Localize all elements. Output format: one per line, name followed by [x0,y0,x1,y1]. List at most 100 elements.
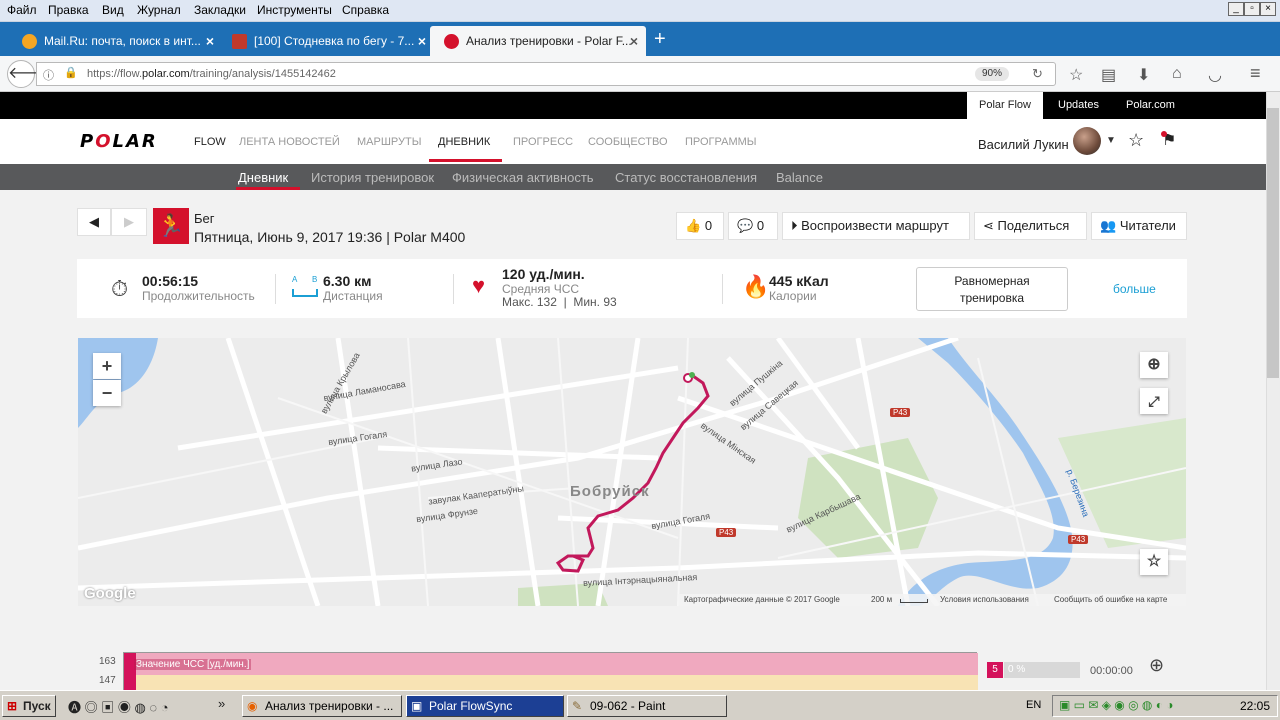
zone-percent: 0 % [1008,664,1026,675]
top-link-polar-com[interactable]: Polar.com [1114,92,1187,119]
nav-progress[interactable]: ПРОГРЕСС [513,136,573,148]
subnav-balance[interactable]: Balance [776,170,823,185]
nav-feed[interactable]: ЛЕНТА НОВОСТЕЙ [239,136,340,148]
report-error-link[interactable]: Сообщить об ошибке на карте [1054,595,1167,604]
fullscreen-icon[interactable]: ⤢ [1140,388,1168,414]
divider [453,274,454,304]
training-benefit-button[interactable]: Равномерная тренировка [916,267,1068,311]
menu-view[interactable]: Вид [102,3,124,17]
bookmark-star-icon[interactable]: ☆ [1069,65,1083,85]
tray-icons[interactable]: ▣ ▭ ✉ ◈ ◉ ◎ ◍ ◐ ◑ [1059,698,1174,712]
distance-ruler-icon [292,289,318,297]
nav-routes[interactable]: МАРШРУТЫ [357,136,421,148]
chevron-down-icon[interactable]: ▼ [1106,135,1116,146]
prev-training-button[interactable]: ◀ [77,208,111,236]
zone-bar: 0 % [1004,662,1080,678]
map-canvas [78,338,1186,606]
hr-zone4-band [124,675,978,691]
pocket-icon[interactable]: ◡ [1208,65,1222,85]
nav-diary[interactable]: ДНЕВНИК [438,136,490,148]
tab-title: [100] Стодневка по бегу - 7... [254,34,415,48]
hr-label: Средняя ЧСС [502,282,580,296]
url-bar[interactable]: ⓘ 🔒 https://flow.polar.com/training/anal… [36,62,1056,86]
like-button[interactable]: 👍 0 [676,212,724,240]
task-paint[interactable]: ✎ 09-062 - Paint [567,695,727,717]
route-end-marker [689,372,695,378]
heart-icon: ♥ [472,273,486,298]
hr-chart[interactable]: Значение ЧСС [уд./мин.] [123,652,978,691]
distance-b: B [312,275,318,284]
running-sport-icon: 🏃 [153,208,189,244]
info-icon[interactable]: ⓘ [43,67,54,83]
menu-file[interactable]: Файл [7,3,37,17]
more-link[interactable]: больше [1113,282,1156,296]
close-window-button[interactable]: × [1260,2,1276,16]
home-icon[interactable]: ⌂ [1172,65,1182,83]
reload-icon[interactable]: ↻ [1032,66,1043,82]
chevron-right-icon[interactable]: » [218,696,225,711]
clipboard-icon[interactable]: ▤ [1101,65,1116,85]
hamburger-menu-icon[interactable]: ≡ [1250,63,1261,84]
top-link-updates[interactable]: Updates [1046,92,1111,119]
zoom-in-button[interactable]: + [93,353,121,379]
readers-button[interactable]: 👥 Читатели [1091,212,1187,240]
road-badge: P43 [1068,535,1089,544]
quicklaunch-icons[interactable]: 🅐 ◎ ▣ ◉ ◍ ◌ ◔ [68,697,169,716]
minimize-button[interactable]: _ [1228,2,1244,16]
task-label: 09-062 - Paint [590,699,666,713]
lock-icon: 🔒 [64,67,78,79]
task-flowsync[interactable]: ▣ Polar FlowSync [406,695,564,717]
nav-programs[interactable]: ПРОГРАММЫ [685,136,757,148]
subnav-diary[interactable]: Дневник [238,170,288,185]
menu-edit[interactable]: Правка [48,3,89,17]
download-icon[interactable]: ⬇ [1137,65,1150,85]
close-icon[interactable]: × [630,33,638,49]
clock[interactable]: 22:05 [1240,699,1270,713]
zoom-out-button[interactable]: − [93,380,121,406]
menu-tools[interactable]: Инструменты [257,3,332,17]
restore-button[interactable]: ▫ [1244,2,1260,16]
replay-route-button[interactable]: ⏵ Воспроизвести маршрут [782,212,970,240]
next-training-button[interactable]: ▶ [111,208,147,236]
star-icon[interactable]: ☆ [1140,549,1168,575]
polar-logo[interactable]: POLAR [80,131,158,152]
nav-community[interactable]: СООБЩЕСТВО [588,136,668,148]
back-button[interactable]: 🡐 [7,60,51,88]
user-name[interactable]: Василий Лукин [978,137,1069,152]
benefit-line-2: тренировка [959,291,1025,305]
chart-settings-icon[interactable]: ⊕ [1149,655,1164,676]
tab-title: Анализ тренировки - Polar F... [466,34,632,48]
zone-time: 00:00:00 [1090,665,1133,677]
start-button[interactable]: ⊞ Пуск [2,695,56,717]
task-label: Анализ тренировки - ... [265,699,394,713]
nav-bar: 🡐 ⓘ 🔒 https://flow.polar.com/training/an… [0,56,1280,92]
share-button[interactable]: ⋖ Поделиться [974,212,1087,240]
tab-bar: Mail.Ru: почта, поиск в инт... × [100] С… [0,22,1280,56]
subnav-history[interactable]: История тренировок [311,170,434,185]
tab-stodnevka[interactable]: [100] Стодневка по бегу - 7... × [210,26,434,56]
like-count: 0 [704,218,713,233]
menu-bookmarks[interactable]: Закладки [194,3,246,17]
close-icon[interactable]: × [418,33,426,49]
tab-mailru[interactable]: Mail.Ru: почта, поиск в инт... × [0,26,222,56]
scrollbar-thumb[interactable] [1267,108,1279,378]
route-map[interactable]: Бобруйск вулица Лазо вулица Гогаля завул… [78,338,1186,606]
task-firefox[interactable]: ◉ Анализ тренировки - ... [242,695,402,717]
menu-history[interactable]: Журнал [137,3,181,17]
comment-button[interactable]: 💬 0 [728,212,778,240]
locate-icon[interactable]: ⊕ [1140,352,1168,378]
avatar[interactable] [1073,127,1101,155]
menu-help[interactable]: Справка [342,3,389,17]
top-link-polar-flow[interactable]: Polar Flow [967,92,1043,119]
sport-name: Бег [194,211,215,226]
scale-bar [900,599,928,603]
terms-link[interactable]: Условия использования [940,595,1029,604]
tab-polar-analysis[interactable]: Анализ тренировки - Polar F... × [430,26,646,56]
subnav-activity[interactable]: Физическая активность [452,170,594,185]
new-tab-button[interactable]: + [654,28,666,51]
nav-active-underline [429,159,502,162]
zoom-level[interactable]: 90% [975,67,1009,81]
favorites-star-icon[interactable]: ☆ [1128,130,1144,151]
language-indicator[interactable]: EN [1026,699,1041,711]
subnav-recovery[interactable]: Статус восстановления [615,170,757,185]
